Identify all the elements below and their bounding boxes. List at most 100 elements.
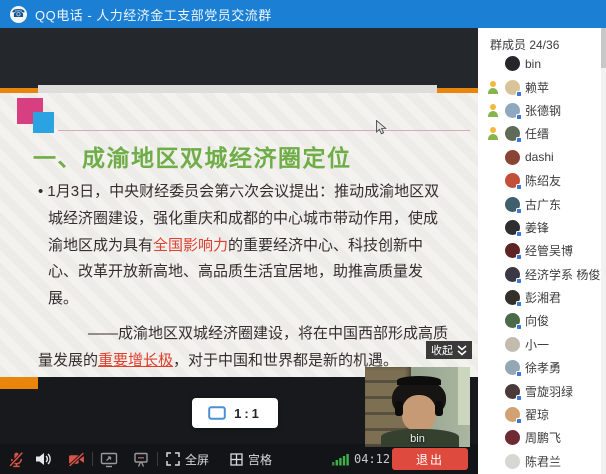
toolbar-divider bbox=[92, 452, 93, 466]
member-name: dashi bbox=[525, 150, 554, 164]
slide: 一、成渝地区双城经济圈定位 • 1月3日，中央财经委员会第六次会议提出：推动成渝… bbox=[0, 93, 478, 377]
grid-view-label: 宫格 bbox=[248, 451, 272, 468]
member-item[interactable]: 古广东 bbox=[478, 192, 601, 215]
member-name: 古广东 bbox=[525, 196, 561, 213]
mobile-badge-icon bbox=[516, 231, 522, 237]
member-name: 陈绍友 bbox=[525, 172, 561, 189]
headset-earcup-left bbox=[395, 401, 403, 416]
fullscreen-icon bbox=[166, 452, 180, 466]
window-title: QQ电话 - 人力经济金工支部党员交流群 bbox=[35, 5, 272, 24]
mobile-badge-icon bbox=[516, 278, 522, 284]
grid-view-button[interactable]: 宫格 bbox=[230, 444, 272, 474]
fullscreen-button[interactable]: 全屏 bbox=[166, 444, 209, 474]
ratio-1-1-button[interactable]: 1:1 bbox=[192, 398, 278, 428]
qq-call-icon: ☎ bbox=[10, 6, 27, 23]
speaker-button[interactable] bbox=[34, 444, 52, 474]
member-item[interactable]: dashi bbox=[478, 146, 601, 169]
avatar bbox=[505, 173, 520, 188]
screen-share-button[interactable] bbox=[100, 444, 118, 474]
avatar bbox=[505, 337, 520, 352]
mobile-badge-icon bbox=[516, 324, 522, 330]
mobile-badge-icon bbox=[516, 184, 522, 190]
slide-body: • 1月3日，中央财经委员会第六次会议提出：推动成渝地区双城经济圈建设，强化重庆… bbox=[38, 179, 448, 375]
mobile-badge-icon bbox=[516, 395, 522, 401]
member-item[interactable]: 姜锋 bbox=[478, 216, 601, 239]
double-chevron-down-icon bbox=[457, 345, 467, 356]
screen-share-icon bbox=[100, 451, 118, 468]
exit-button[interactable]: 退出 bbox=[392, 448, 468, 470]
collapse-label: 收起 bbox=[431, 342, 453, 358]
member-item[interactable]: 赖苹 bbox=[478, 75, 601, 98]
mobile-badge-icon bbox=[516, 114, 522, 120]
headset-band bbox=[397, 376, 441, 385]
member-item[interactable]: bin bbox=[478, 52, 601, 75]
member-item[interactable]: 雪旋羽绿 bbox=[478, 379, 601, 402]
self-video[interactable]: bin bbox=[365, 367, 470, 447]
microphone-muted-button[interactable] bbox=[8, 444, 25, 474]
member-name: 经济学系 杨俊玲 bbox=[525, 266, 606, 283]
call-duration: 04:12 bbox=[354, 444, 390, 474]
member-sidebar: 群成员 24/36 bin 赖苹 张德钢 任缙 bbox=[478, 28, 606, 474]
mobile-badge-icon bbox=[516, 137, 522, 143]
person-face bbox=[402, 395, 436, 431]
member-name: 姜锋 bbox=[525, 219, 549, 236]
monitor-icon bbox=[208, 406, 226, 420]
member-status-person-icon bbox=[486, 127, 500, 140]
member-status-person-icon bbox=[486, 81, 500, 94]
scrollbar-thumb[interactable] bbox=[601, 28, 606, 68]
member-item[interactable]: 彭湘君 bbox=[478, 286, 601, 309]
avatar bbox=[505, 80, 520, 95]
microphone-muted-icon bbox=[8, 451, 25, 468]
whiteboard-button[interactable] bbox=[132, 444, 150, 474]
member-name: bin bbox=[525, 57, 541, 71]
member-name: 任缙 bbox=[525, 125, 549, 142]
camera-off-button[interactable] bbox=[68, 444, 85, 474]
avatar bbox=[505, 103, 520, 118]
slide-orange-footer-block bbox=[0, 377, 38, 389]
member-name: 经管吴博 bbox=[525, 242, 573, 259]
member-item[interactable]: 经济学系 杨俊玲 bbox=[478, 263, 601, 286]
member-item[interactable]: 张德钢 bbox=[478, 99, 601, 122]
avatar bbox=[505, 384, 520, 399]
member-name: 雪旋羽绿 bbox=[525, 383, 573, 400]
camera-off-icon bbox=[68, 451, 85, 468]
member-name: 翟琼 bbox=[525, 406, 549, 423]
avatar bbox=[505, 243, 520, 258]
screen-share-view: 一、成渝地区双城经济圈定位 • 1月3日，中央财经委员会第六次会议提出：推动成渝… bbox=[0, 28, 478, 474]
toolbar-divider bbox=[157, 452, 158, 466]
avatar bbox=[505, 126, 520, 141]
whiteboard-icon bbox=[132, 451, 150, 468]
member-item[interactable]: 徐孝勇 bbox=[478, 356, 601, 379]
sidebar-scrollbar[interactable] bbox=[601, 28, 606, 474]
member-name: 彭湘君 bbox=[525, 289, 561, 306]
video-name-label: bin bbox=[365, 433, 470, 445]
member-item[interactable]: 陈君兰 bbox=[478, 450, 601, 473]
member-item[interactable]: 经管吴博 bbox=[478, 239, 601, 262]
member-item[interactable]: 翟琼 bbox=[478, 403, 601, 426]
member-name: 张德钢 bbox=[525, 102, 561, 119]
mouse-cursor bbox=[376, 120, 387, 135]
avatar bbox=[505, 407, 520, 422]
avatar bbox=[505, 313, 520, 328]
member-item[interactable]: 周鹏飞 bbox=[478, 426, 601, 449]
member-item[interactable]: 陈绍友 bbox=[478, 169, 601, 192]
mobile-badge-icon bbox=[516, 254, 522, 260]
headset-earcup-right bbox=[435, 401, 443, 416]
avatar bbox=[505, 360, 520, 375]
stage-top-background bbox=[0, 28, 478, 93]
avatar bbox=[505, 56, 520, 71]
slide-decor-blue-square bbox=[33, 112, 54, 133]
member-item[interactable]: 任缙 bbox=[478, 122, 601, 145]
speaker-icon bbox=[34, 451, 52, 467]
member-item[interactable]: 小一 bbox=[478, 333, 601, 356]
window-titlebar[interactable]: ☎ QQ电话 - 人力经济金工支部党员交流群 bbox=[0, 0, 606, 28]
avatar bbox=[505, 197, 520, 212]
member-name: 向俊 bbox=[525, 312, 549, 329]
member-item[interactable]: 向俊 bbox=[478, 309, 601, 332]
collapse-button[interactable]: 收起 bbox=[426, 341, 472, 359]
member-name: 徐孝勇 bbox=[525, 359, 561, 376]
call-toolbar: 全屏 宫格 04:12 退出 bbox=[0, 444, 478, 474]
member-status-person-icon bbox=[486, 104, 500, 117]
member-list: bin 赖苹 张德钢 任缙 dashi bbox=[478, 52, 601, 473]
avatar bbox=[505, 150, 520, 165]
